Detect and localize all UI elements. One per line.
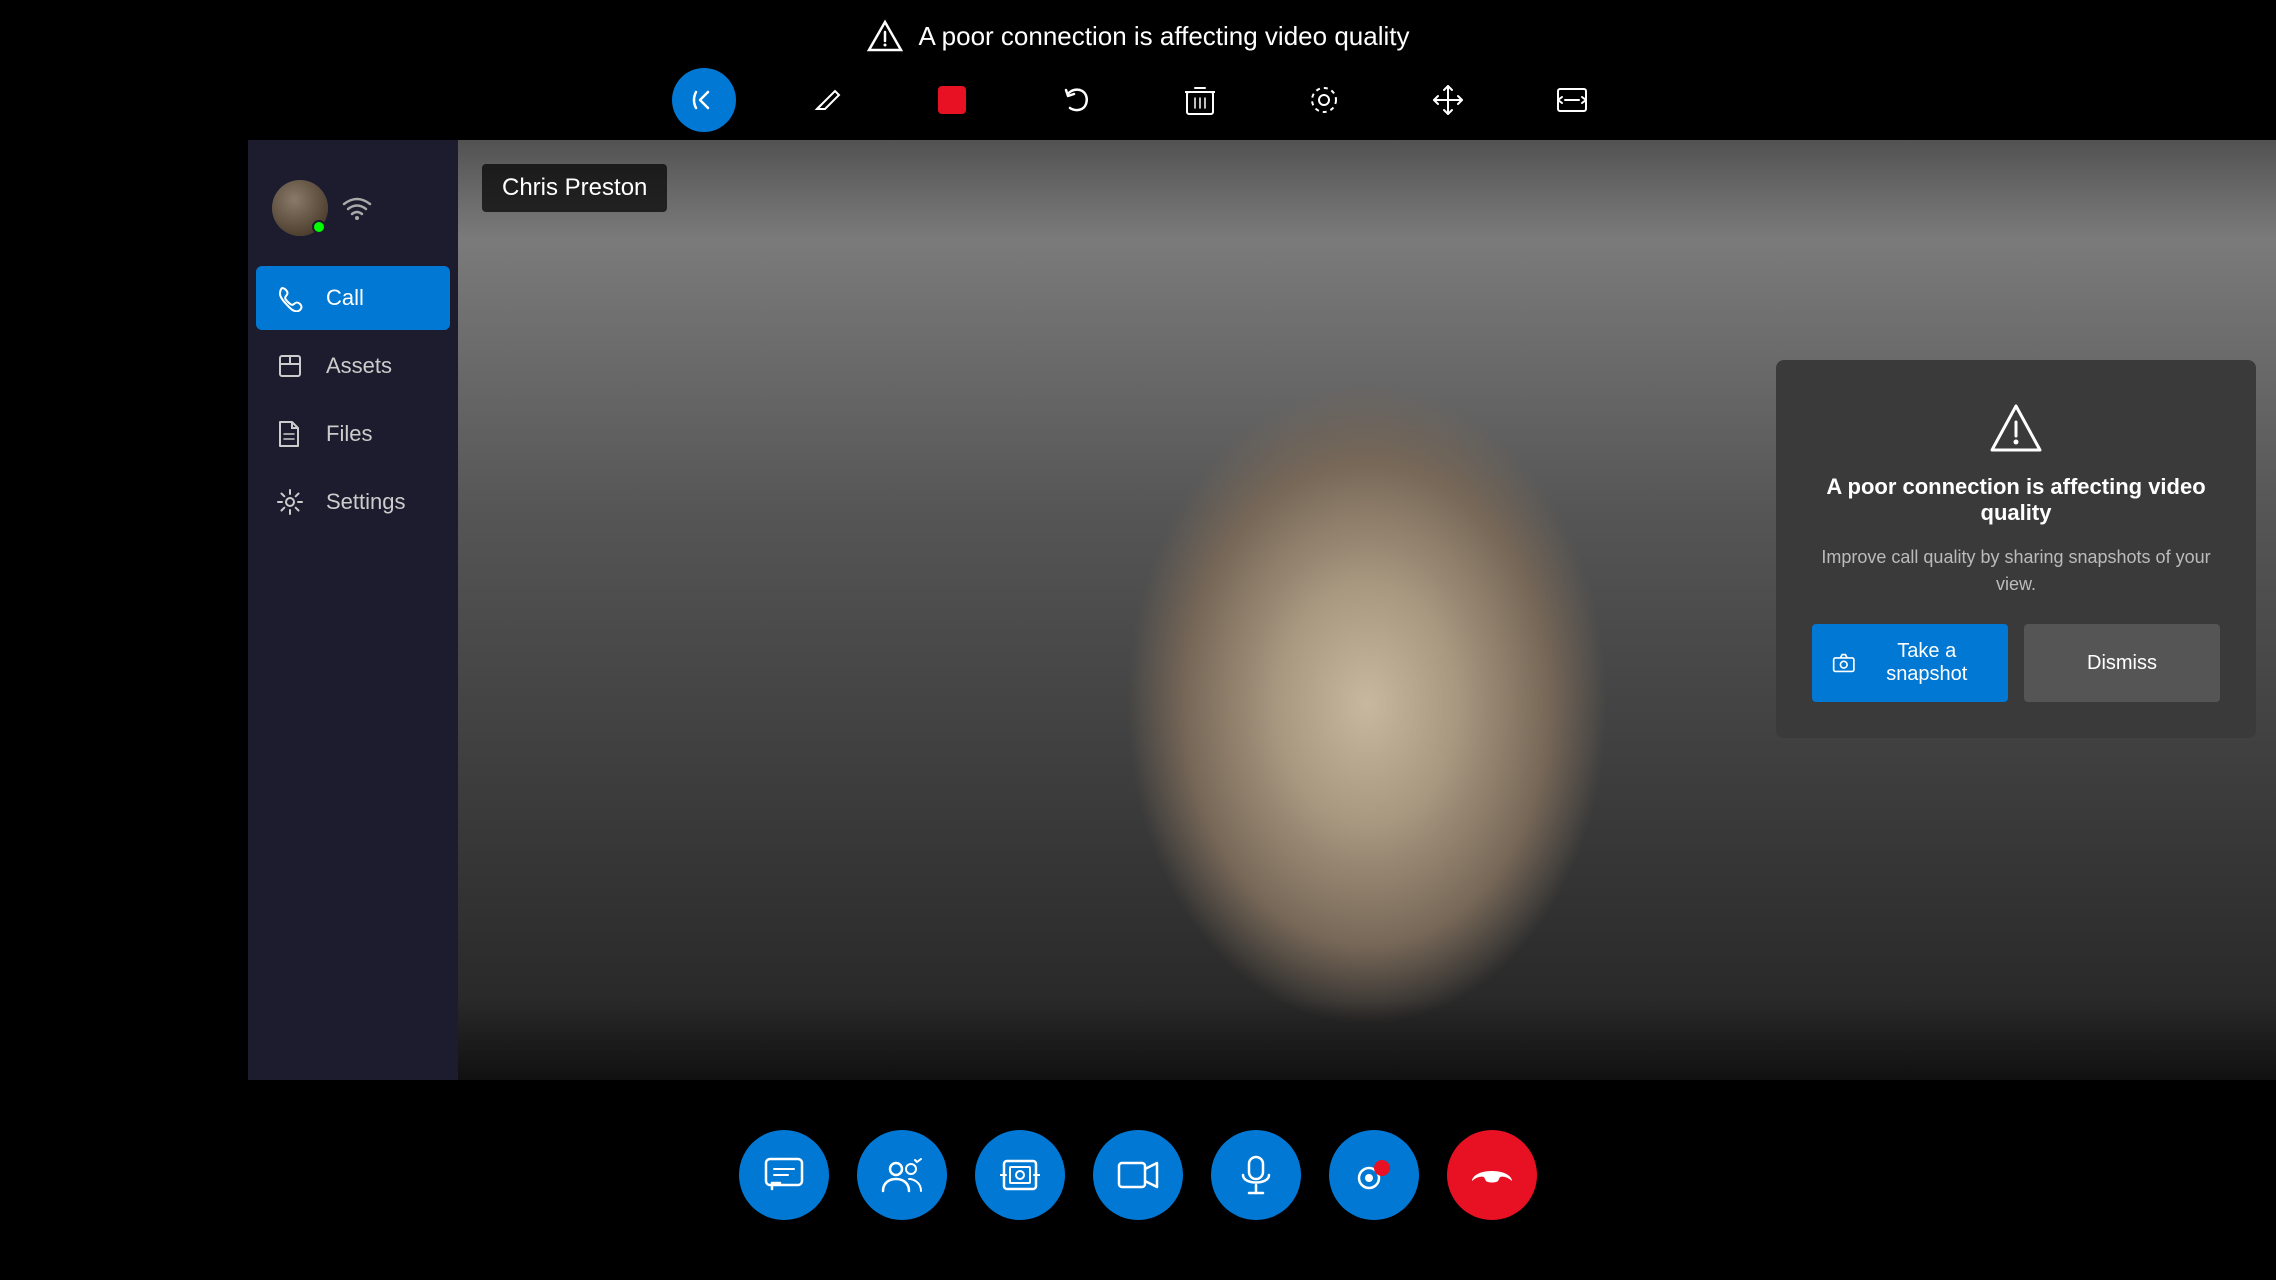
back-button[interactable] — [672, 68, 736, 132]
file-icon — [276, 420, 308, 448]
dismiss-button[interactable]: Dismiss — [2024, 624, 2220, 702]
sidebar-item-assets-label: Assets — [326, 353, 392, 379]
sidebar: Call Assets — [248, 140, 458, 1080]
main-area: Call Assets — [0, 140, 2276, 1280]
box-icon — [276, 352, 308, 380]
stop-button[interactable] — [920, 68, 984, 132]
popup-warning-icon — [1988, 400, 2044, 456]
sidebar-item-files[interactable]: Files — [256, 402, 450, 466]
avatar-wrapper — [272, 180, 328, 236]
top-warning-text: A poor connection is affecting video qua… — [919, 21, 1410, 52]
poor-connection-popup: A poor connection is affecting video qua… — [1776, 360, 2256, 738]
sidebar-item-call-label: Call — [326, 285, 364, 311]
sidebar-item-call[interactable]: Call — [256, 266, 450, 330]
video-button[interactable] — [1093, 1130, 1183, 1220]
undo-button[interactable] — [1044, 68, 1108, 132]
video-area: Chris Preston A poor connection is affec… — [458, 140, 2276, 1080]
caller-name-badge: Chris Preston — [482, 164, 667, 212]
toolbar-settings-button[interactable] — [1292, 68, 1356, 132]
dismiss-label: Dismiss — [2087, 652, 2157, 674]
video-top-gradient — [458, 140, 2276, 240]
sidebar-navigation: Call Assets — [248, 266, 458, 534]
online-indicator — [312, 220, 326, 234]
call-controls — [0, 1130, 2276, 1220]
end-call-button[interactable] — [1447, 1130, 1537, 1220]
participants-button[interactable] — [857, 1130, 947, 1220]
sidebar-item-assets[interactable]: Assets — [256, 334, 450, 398]
screenshot-button[interactable] — [975, 1130, 1065, 1220]
take-snapshot-button[interactable]: Take a snapshot — [1812, 624, 2008, 702]
fit-button[interactable] — [1540, 68, 1604, 132]
popup-buttons: Take a snapshot Dismiss — [1812, 624, 2220, 702]
sidebar-item-settings-label: Settings — [326, 489, 406, 515]
top-warning-icon — [867, 18, 903, 54]
phone-icon — [276, 284, 308, 312]
record-button[interactable] — [1329, 1130, 1419, 1220]
move-button[interactable] — [1416, 68, 1480, 132]
take-snapshot-label: Take a snapshot — [1866, 640, 1988, 686]
wifi-icon — [342, 196, 372, 220]
popup-subtitle: Improve call quality by sharing snapshot… — [1812, 544, 2220, 598]
sidebar-item-settings[interactable]: Settings — [256, 470, 450, 534]
sidebar-profile — [248, 170, 458, 266]
mic-button[interactable] — [1211, 1130, 1301, 1220]
popup-title: A poor connection is affecting video qua… — [1812, 474, 2220, 526]
sidebar-item-files-label: Files — [326, 421, 372, 447]
delete-button[interactable] — [1168, 68, 1232, 132]
caller-name-text: Chris Preston — [502, 174, 647, 201]
video-bottom-gradient — [458, 1000, 2276, 1080]
gear-icon — [276, 488, 308, 516]
top-toolbar — [0, 60, 2276, 140]
chat-button[interactable] — [739, 1130, 829, 1220]
pen-button[interactable] — [796, 68, 860, 132]
